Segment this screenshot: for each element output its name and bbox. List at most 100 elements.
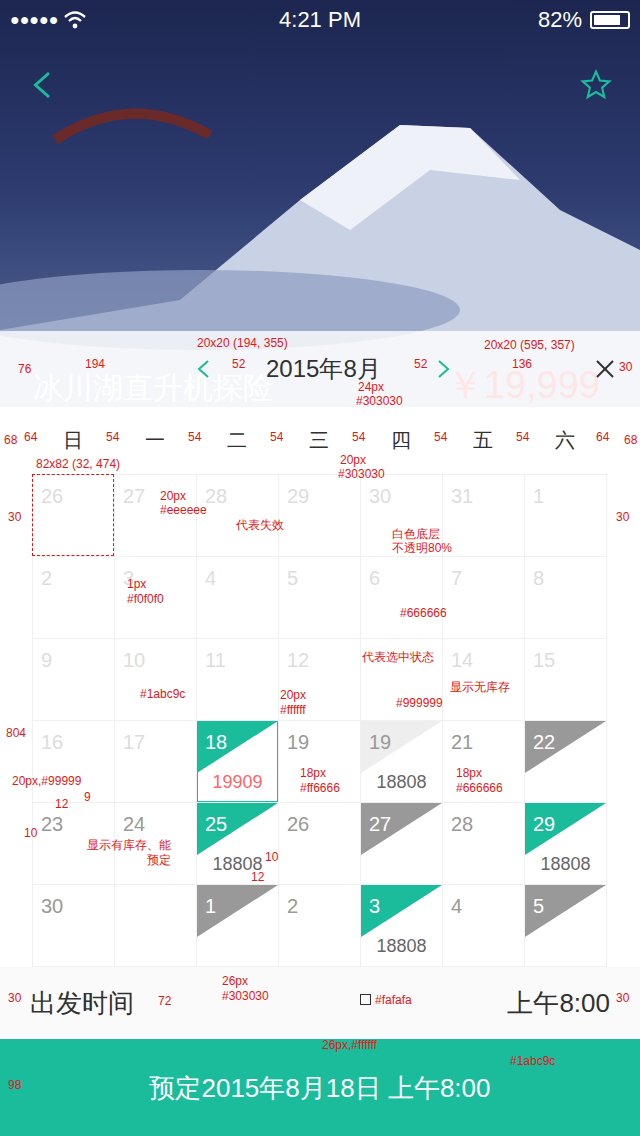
weekday: 六 — [524, 427, 606, 454]
status-bar: ●●●●●4:21 PM82% — [0, 0, 640, 40]
spec-annotation: 54 — [434, 430, 447, 444]
day-cell: 5 — [279, 557, 361, 639]
day-number: 12 — [279, 639, 360, 672]
day-price: 19909 — [197, 771, 278, 802]
spec-annotation: 54 — [188, 430, 201, 444]
day-cell: 26 — [279, 803, 361, 885]
day-price: 18808 — [361, 935, 442, 966]
departure-row[interactable]: 出发时间上午8:00 — [0, 967, 640, 1039]
spec-annotation: 显示有库存、能 — [87, 838, 171, 852]
spec-annotation: 预定 — [147, 853, 171, 867]
day-cell: 26 — [33, 475, 115, 557]
day-number: 2 — [33, 557, 114, 590]
day-cell: 5 — [525, 885, 607, 967]
day-number: 17 — [115, 721, 196, 754]
day-cell[interactable]: 3 18808 — [361, 885, 443, 967]
spec-annotation: 136 — [512, 357, 532, 371]
battery-percent: 82% — [538, 7, 582, 33]
day-number: 28 — [197, 475, 278, 508]
spec-annotation: 30 — [8, 510, 21, 524]
day-cell: 28 — [197, 475, 279, 557]
day-number: 2 — [279, 885, 360, 918]
day-number: 7 — [443, 557, 524, 590]
spec-annotation: 20px — [340, 453, 366, 467]
favorite-button[interactable] — [580, 69, 612, 101]
spec-annotation: 26px — [222, 974, 248, 988]
spec-annotation: 20x20 (595, 357) — [484, 338, 575, 352]
spec-annotation: 9 — [84, 790, 91, 804]
day-number: 21 — [443, 721, 524, 754]
spec-annotation: 54 — [516, 430, 529, 444]
spec-annotation: 194 — [85, 357, 105, 371]
prev-month-button[interactable] — [194, 359, 214, 379]
calendar-grid: 2627282930311234567891011121415161718199… — [32, 474, 608, 967]
spec-annotation: 代表失效 — [236, 518, 284, 532]
spec-annotation: #999999 — [396, 696, 443, 710]
day-number: 27 — [361, 803, 442, 836]
day-cell: 11 — [197, 639, 279, 721]
day-cell: 4 — [443, 885, 525, 967]
day-number: 26 — [279, 803, 360, 836]
spec-annotation: 54 — [106, 430, 119, 444]
day-number: 3 — [361, 885, 442, 918]
day-cell: 30 — [33, 885, 115, 967]
spec-annotation: 18px — [300, 766, 326, 780]
back-icon — [28, 70, 58, 100]
spec-annotation: 26px,#ffffff — [322, 1038, 377, 1052]
day-number: 6 — [361, 557, 442, 590]
swatch-marker — [360, 994, 371, 1005]
booking-screen: ●●●●●4:21 PM82%冰川湖直升机探险￥19,9992015年8月日一二… — [0, 0, 640, 1136]
spec-annotation: 52 — [232, 357, 245, 371]
day-cell: 6 — [361, 557, 443, 639]
spec-annotation: 72 — [158, 994, 171, 1008]
nav-bar — [0, 40, 640, 130]
close-icon — [595, 359, 615, 379]
day-number: 23 — [33, 803, 114, 836]
battery-icon — [590, 11, 630, 29]
day-number: 8 — [525, 557, 606, 590]
spec-annotation: 显示无库存 — [450, 680, 510, 694]
spec-annotation: 76 — [18, 362, 31, 376]
departure-value: 上午8:00 — [507, 986, 610, 1021]
spec-annotation: 64 — [596, 430, 609, 444]
next-month-button[interactable] — [433, 359, 453, 379]
spec-annotation: 24px — [358, 380, 384, 394]
day-number: 11 — [197, 639, 278, 672]
day-number: 31 — [443, 475, 524, 508]
day-cell: 27 — [361, 803, 443, 885]
day-cell[interactable]: 1918808 — [361, 721, 443, 803]
day-cell: 2 — [33, 557, 115, 639]
book-button[interactable]: 预定2015年8月18日 上午8:00 — [0, 1039, 640, 1136]
weekday: 一 — [114, 427, 196, 454]
spec-annotation: 20px — [280, 688, 306, 702]
weekday: 三 — [278, 427, 360, 454]
spec-annotation: 10 — [24, 826, 37, 840]
spec-annotation: 不透明80% — [392, 541, 452, 555]
spec-annotation: #ffffff — [280, 703, 306, 717]
day-cell[interactable]: 2918808 — [525, 803, 607, 885]
day-number: 10 — [115, 639, 196, 672]
spec-annotation: 804 — [6, 726, 26, 740]
spec-annotation: #fafafa — [375, 993, 412, 1007]
spec-annotation: 68 — [4, 433, 17, 447]
close-button[interactable] — [595, 359, 615, 379]
spec-annotation: 代表选中状态 — [362, 650, 434, 664]
spec-annotation: 12 — [251, 870, 264, 884]
day-number: 9 — [33, 639, 114, 672]
day-cell: 2 — [279, 885, 361, 967]
spec-annotation: 54 — [352, 430, 365, 444]
spec-annotation: #f0f0f0 — [127, 592, 164, 606]
spec-annotation: #1abc9c — [510, 1054, 555, 1068]
signal-group: ●●●●● — [10, 11, 279, 29]
day-cell[interactable]: 2518808 — [197, 803, 279, 885]
spec-annotation: #eeeeee — [160, 503, 207, 517]
day-cell[interactable]: 1819909 — [197, 721, 279, 803]
day-cell: 1 — [197, 885, 279, 967]
day-number: 19 — [361, 721, 442, 754]
back-button[interactable] — [28, 70, 58, 100]
day-number — [115, 885, 196, 918]
spec-annotation: 20x20 (194, 355) — [197, 336, 288, 350]
day-number: 5 — [279, 557, 360, 590]
day-number: 26 — [33, 475, 114, 508]
day-cell: 7 — [443, 557, 525, 639]
